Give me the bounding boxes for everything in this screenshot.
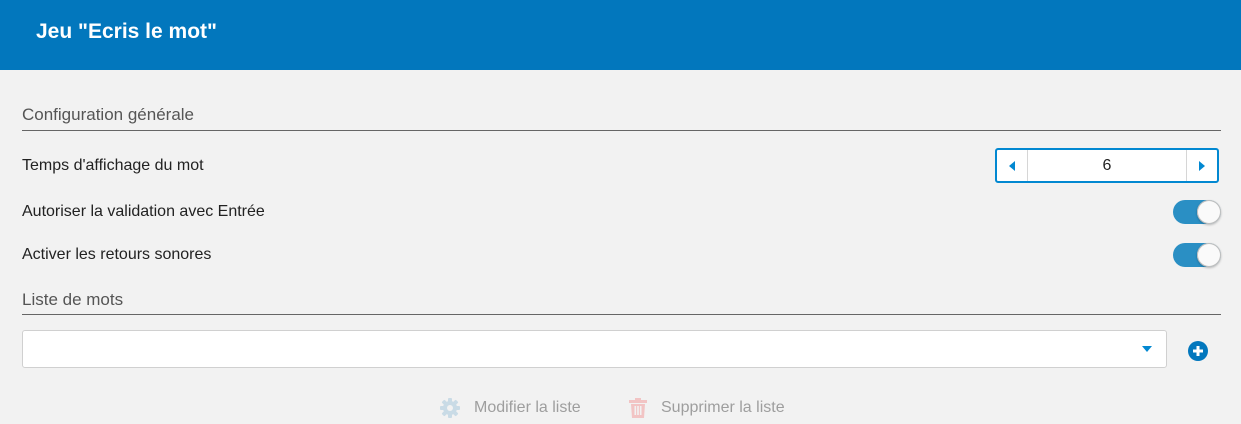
- caret-right-icon: [1199, 160, 1205, 171]
- display-time-value[interactable]: 6: [1028, 150, 1186, 181]
- app-header: Jeu "Ecris le mot": [0, 0, 1241, 70]
- delete-list-label: Supprimer la liste: [661, 399, 785, 416]
- delete-list-button[interactable]: Supprimer la liste: [629, 395, 785, 421]
- enter-validation-toggle[interactable]: [1173, 200, 1221, 224]
- display-time-stepper[interactable]: 6: [995, 148, 1219, 183]
- add-list-button[interactable]: [1188, 341, 1208, 361]
- toggle-knob: [1197, 243, 1221, 267]
- edit-list-button[interactable]: Modifier la liste: [440, 395, 581, 421]
- section-divider-general: [22, 130, 1221, 131]
- section-title-words: Liste de mots: [22, 290, 124, 309]
- plus-circle-icon: [1188, 341, 1208, 361]
- word-list-select[interactable]: [22, 330, 1167, 368]
- enter-validation-label: Autoriser la validation avec Entrée: [22, 203, 265, 220]
- trash-icon: [629, 398, 647, 418]
- edit-list-label: Modifier la liste: [474, 399, 581, 416]
- decrement-button[interactable]: [997, 150, 1028, 181]
- section-title-general: Configuration générale: [22, 105, 195, 124]
- sound-feedback-toggle[interactable]: [1173, 243, 1221, 267]
- toggle-knob: [1197, 200, 1221, 224]
- caret-down-icon: [1142, 346, 1152, 352]
- sound-feedback-label: Activer les retours sonores: [22, 246, 212, 263]
- section-divider-words: [22, 314, 1221, 315]
- caret-left-icon: [1009, 160, 1015, 171]
- page-title: Jeu "Ecris le mot": [36, 20, 217, 43]
- increment-button[interactable]: [1186, 150, 1217, 181]
- display-time-label: Temps d'affichage du mot: [22, 157, 204, 174]
- gear-icon: [440, 398, 460, 418]
